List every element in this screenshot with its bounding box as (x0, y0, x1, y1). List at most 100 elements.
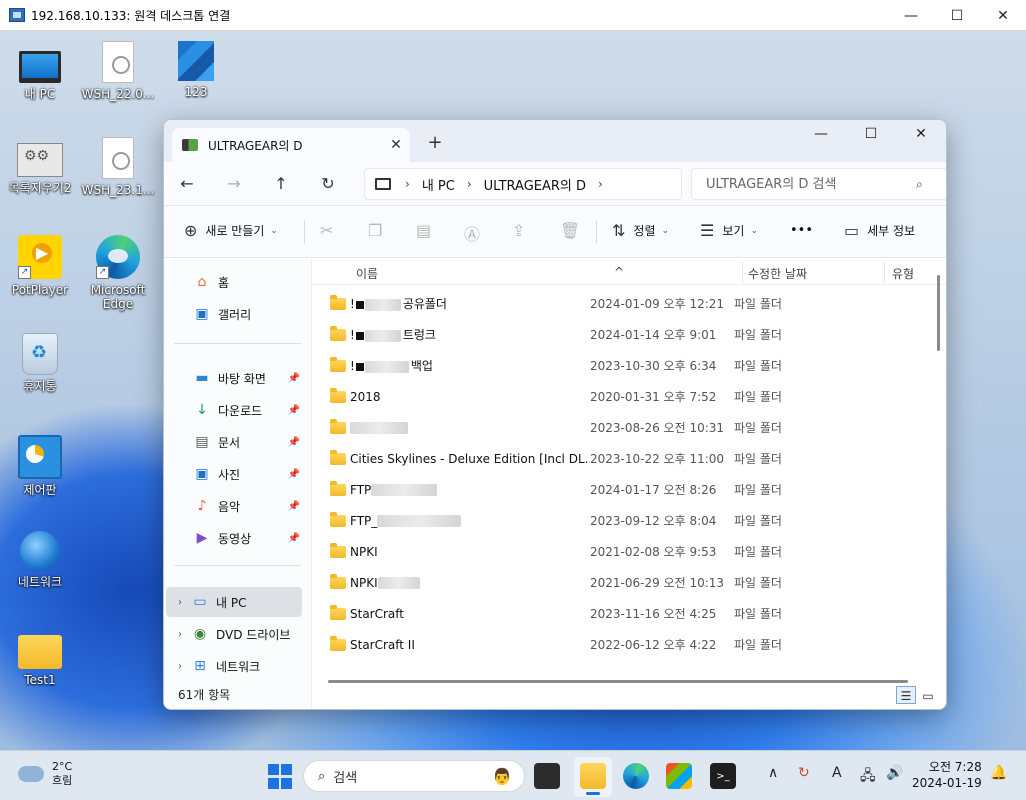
file-row[interactable]: ! 트렁크 2024-01-14 오후 9:01 파일 폴더 (320, 319, 922, 350)
details-view-button[interactable]: ☰ (896, 686, 916, 704)
sidebar-label: 사진 (218, 467, 241, 482)
address-bar[interactable]: › 내 PC › ULTRAGEAR의 D › (364, 168, 682, 200)
search-box[interactable]: ⌕ (691, 168, 946, 200)
copy-button[interactable]: ❐ (368, 221, 390, 240)
task-view-icon[interactable] (534, 763, 560, 789)
rename-button[interactable]: Ⓐ (464, 221, 488, 245)
breadcrumb-this-pc[interactable]: 내 PC (422, 175, 455, 194)
chevron-right-icon[interactable]: › (174, 597, 186, 608)
more-options-button[interactable]: ••• (790, 223, 813, 238)
tiles-view-button[interactable]: ▭ (918, 686, 938, 704)
desktop-icon-network[interactable]: 네트워크 (0, 531, 80, 589)
pin-icon[interactable]: 📌 (288, 437, 300, 448)
search-input[interactable] (706, 176, 916, 192)
cut-button[interactable]: ✂ (320, 221, 341, 240)
minimize-button[interactable]: — (796, 120, 846, 148)
pin-icon[interactable]: 📌 (288, 469, 300, 480)
volume-icon[interactable]: 🔊 (886, 765, 903, 781)
rdp-maximize-button[interactable]: ☐ (934, 0, 980, 31)
tab-ultragear-d[interactable]: ULTRAGEAR의 D ✕ (172, 128, 410, 162)
details-pane-button[interactable]: ▭ 세부 정보 (844, 221, 915, 240)
taskbar-search[interactable]: ⌕ 검색 👨 (303, 760, 525, 792)
sidebar-item-desktop[interactable]: ▬ 바탕 화면 📌 (194, 363, 302, 393)
forward-button[interactable]: → (218, 168, 250, 200)
desktop-icon-edge[interactable]: ↗ Microsoft Edge (78, 235, 158, 311)
update-icon[interactable]: ↻ (798, 765, 810, 781)
breadcrumb-ultragear-d[interactable]: ULTRAGEAR의 D (484, 175, 586, 194)
back-button[interactable]: ← (171, 168, 203, 200)
paste-button[interactable]: ▤ (416, 221, 439, 240)
tab-close-button[interactable]: ✕ (382, 137, 410, 153)
delete-button[interactable]: 🗑 (560, 221, 588, 240)
folder-icon (330, 573, 346, 589)
file-row[interactable]: StarCraft 2023-11-16 오전 4:25 파일 폴더 (320, 598, 922, 629)
store-icon[interactable] (666, 763, 692, 789)
network-tray-icon[interactable]: 🖧 (860, 765, 876, 789)
pin-icon[interactable]: 📌 (288, 373, 300, 384)
pin-icon[interactable]: 📌 (288, 405, 300, 416)
file-row[interactable]: NPKI 2021-06-29 오전 10:13 파일 폴더 (320, 567, 922, 598)
file-row[interactable]: NPKI 2021-02-08 오후 9:53 파일 폴더 (320, 536, 922, 567)
chevron-up-icon[interactable]: ∧ (768, 765, 778, 781)
new-button[interactable]: ⊕ 새로 만들기 ⌄ (184, 221, 278, 240)
desktop-icon-wsh-22[interactable]: WSH_22.0... (78, 41, 158, 101)
file-explorer-icon[interactable] (580, 763, 606, 789)
column-divider[interactable] (742, 261, 743, 283)
file-row[interactable]: ! 공유폴더 2024-01-09 오후 12:21 파일 폴더 (320, 288, 922, 319)
rdp-minimize-button[interactable]: — (888, 0, 934, 31)
sidebar-item-home[interactable]: ⌂ 홈 (194, 267, 330, 297)
desktop-icon-potplayer[interactable]: ↗ PotPlayer (0, 235, 80, 297)
terminal-icon[interactable]: >_ (710, 763, 736, 789)
column-date[interactable]: 수정한 날짜 (748, 265, 807, 282)
ime-icon[interactable]: A (832, 765, 842, 781)
column-type[interactable]: 유형 (892, 265, 914, 282)
chevron-right-icon[interactable]: › (174, 629, 186, 640)
up-button[interactable]: ↑ (265, 168, 297, 200)
sidebar-item-documents[interactable]: ▤ 문서 📌 (194, 427, 302, 457)
file-row[interactable]: 2018 2020-01-31 오후 7:52 파일 폴더 (320, 381, 922, 412)
rdp-close-button[interactable]: ✕ (980, 0, 1026, 31)
file-row[interactable]: FTP_ 2023-09-12 오후 8:04 파일 폴더 (320, 505, 922, 536)
horizontal-scrollbar[interactable] (328, 680, 908, 683)
new-tab-button[interactable]: + (424, 132, 446, 153)
vertical-scrollbar[interactable] (937, 275, 940, 351)
sidebar-item-network[interactable]: › ⊞ 네트워크 (166, 651, 302, 681)
column-divider[interactable] (884, 261, 885, 283)
view-button[interactable]: ☰ 보기 ⌄ (700, 221, 758, 240)
desktop-icon-test1[interactable]: Test1 (0, 627, 80, 687)
edge-icon[interactable] (623, 763, 649, 789)
desktop-icon-123[interactable]: 123 (156, 41, 236, 99)
sidebar-item-gallery[interactable]: ▣ 갤러리 (194, 299, 330, 329)
sidebar-item-music[interactable]: ♪ 음악 📌 (194, 491, 302, 521)
desktop-icon-clear-list[interactable]: 목록지우기2 (0, 137, 80, 195)
pin-icon[interactable]: 📌 (288, 501, 300, 512)
pin-icon[interactable]: 📌 (288, 533, 300, 544)
desktop-icon-control-panel[interactable]: 제어판 (0, 435, 80, 497)
maximize-button[interactable]: ☐ (846, 120, 896, 148)
desktop-icon-wsh-23[interactable]: WSH_23.1... (78, 137, 158, 197)
sidebar-item-videos[interactable]: ▶ 동영상 📌 (194, 523, 302, 553)
clock[interactable]: 오전 7:28 2024-01-19 (912, 759, 982, 791)
desktop-icon-recycle-bin[interactable]: 휴지통 (0, 333, 80, 393)
chevron-right-icon[interactable]: › (174, 661, 186, 672)
notification-bell-icon[interactable]: 🔔 (990, 765, 1007, 781)
start-button[interactable] (267, 763, 293, 789)
sidebar-item-downloads[interactable]: ↓ 다운로드 📌 (194, 395, 302, 425)
close-button[interactable]: ✕ (896, 120, 946, 148)
refresh-button[interactable]: ↻ (312, 168, 344, 200)
sidebar-label: 네트워크 (216, 659, 261, 674)
sidebar-item-dvd-drive[interactable]: › ◉ DVD 드라이브 (166, 619, 302, 649)
weather-widget[interactable]: 2°C 흐림 (18, 760, 72, 788)
file-row[interactable]: ! 백업 2023-10-30 오후 6:34 파일 폴더 (320, 350, 922, 381)
monitor-icon: ▭ (193, 594, 207, 610)
file-row[interactable]: 2023-08-26 오전 10:31 파일 폴더 (320, 412, 922, 443)
sidebar-item-this-pc[interactable]: › ▭ 내 PC (166, 587, 302, 617)
file-row[interactable]: FTP 2024-01-17 오전 8:26 파일 폴더 (320, 474, 922, 505)
column-name[interactable]: 이름 (356, 265, 378, 282)
share-button[interactable]: ⇪ (512, 221, 533, 240)
sidebar-item-pictures[interactable]: ▣ 사진 📌 (194, 459, 302, 489)
desktop-icon-this-pc[interactable]: 내 PC (0, 43, 80, 101)
sort-button[interactable]: ⇅ 정렬 ⌄ (612, 221, 669, 240)
file-row[interactable]: StarCraft II 2022-06-12 오후 4:22 파일 폴더 (320, 629, 922, 660)
file-row[interactable]: Cities Skylines - Deluxe Edition [Incl D… (320, 443, 922, 474)
